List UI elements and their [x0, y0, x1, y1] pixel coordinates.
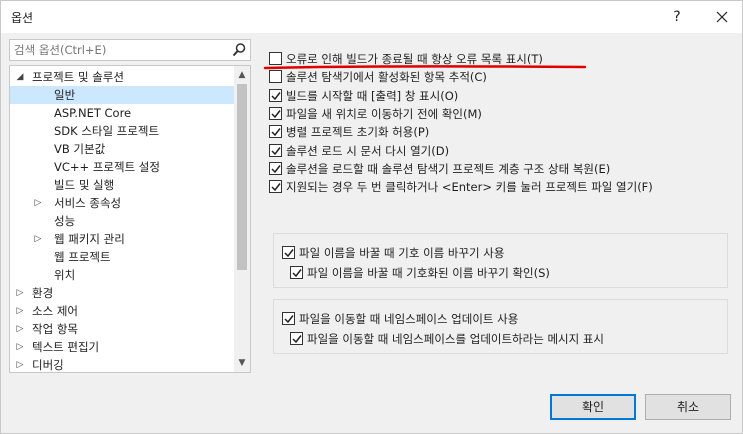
checkbox[interactable]: [269, 125, 282, 139]
option-label: 빌드를 시작할 때 [출력] 창 표시(O): [286, 88, 459, 103]
checkbox[interactable]: [282, 246, 295, 259]
tree-item-label: 소스 제어: [32, 304, 78, 318]
checkbox[interactable]: [290, 332, 303, 345]
checkbox[interactable]: [269, 161, 282, 175]
tree-item[interactable]: VB 기본값: [10, 140, 235, 158]
tree-item-label: 웹 프로젝트: [54, 250, 111, 264]
checkbox[interactable]: [290, 266, 303, 279]
scroll-up-icon[interactable]: ▲: [234, 67, 250, 83]
tree-item[interactable]: ▷ 작업 항목: [10, 320, 235, 338]
tree-item[interactable]: 성능: [10, 212, 235, 230]
tree-item-label: 서비스 종속성: [54, 196, 122, 210]
tree-item-label: 작업 항목: [32, 322, 78, 336]
search-input[interactable]: [10, 40, 228, 60]
check-icon: [271, 91, 281, 100]
help-button[interactable]: ?: [662, 1, 692, 33]
red-underline-annotation: [263, 65, 587, 70]
check-icon: [271, 183, 281, 192]
tree-item[interactable]: 일반: [10, 86, 235, 104]
ok-button[interactable]: 확인: [550, 394, 636, 420]
expanded-arrow-icon[interactable]: ◢: [14, 68, 26, 86]
tree-item[interactable]: ▷ 텍스트 편집기: [10, 338, 235, 356]
options-tree: ◢ 프로젝트 및 솔루션일반 ASP.NET Core SDK 스타일 프로젝트 VB …: [9, 65, 251, 373]
tree-item-label: SDK 스타일 프로젝트: [54, 124, 160, 138]
collapsed-arrow-icon[interactable]: ▷: [14, 320, 26, 338]
collapsed-arrow-icon[interactable]: ▷: [32, 194, 44, 212]
check-icon: [284, 315, 294, 324]
checkbox[interactable]: [282, 312, 295, 325]
option-label: 병렬 프로젝트 초기화 허용(P): [286, 125, 430, 140]
rename-symbol-group: 파일 이름을 바꿀 때 기호 이름 바꾸기 사용 파일 이름을 바꿀 때 기호화…: [273, 233, 728, 288]
check-icon: [284, 249, 294, 258]
check-icon: [271, 164, 281, 173]
cancel-button[interactable]: 취소: [645, 394, 731, 420]
collapsed-arrow-icon[interactable]: ▷: [14, 302, 26, 320]
tree-item-label: 위치: [54, 268, 76, 282]
search-box: [9, 39, 251, 61]
check-icon: [271, 146, 281, 155]
tree-item-label: 디버깅: [32, 358, 64, 372]
tree-item[interactable]: 위치: [10, 266, 235, 284]
tree-item-label: 빌드 및 실행: [54, 178, 115, 192]
check-icon: [271, 128, 281, 137]
tree-item-label: 일반: [54, 88, 76, 102]
check-icon: [292, 335, 302, 344]
check-icon: [292, 269, 302, 278]
tree-item[interactable]: ▷ 디버깅: [10, 356, 235, 372]
tree-item[interactable]: VC++ 프로젝트 설정: [10, 158, 235, 176]
close-icon: [716, 11, 728, 23]
tree-item-label: 프로젝트 및 솔루션: [32, 70, 124, 84]
tree-item-label: 웹 패키지 관리: [54, 232, 125, 246]
option-label: 파일 이름을 바꿀 때 기호화된 이름 바꾸기 확인(S): [307, 266, 550, 280]
checkbox[interactable]: [269, 180, 282, 194]
option-label: 솔루션을 로드할 때 솔루션 탐색기 프로젝트 계층 구조 상태 복원(E): [286, 161, 611, 176]
checkbox[interactable]: [269, 88, 282, 102]
scroll-down-icon[interactable]: ▼: [234, 355, 250, 371]
option-label: 파일 이름을 바꿀 때 기호 이름 바꾸기 사용: [299, 246, 505, 260]
check-icon: [271, 109, 281, 119]
window-title: 옵션: [11, 11, 34, 25]
search-icon[interactable]: [231, 42, 247, 58]
tree-item-label: VB 기본값: [54, 142, 106, 156]
tree-item[interactable]: SDK 스타일 프로젝트: [10, 122, 235, 140]
tree-scrollbar[interactable]: ▲ ▼: [234, 66, 250, 372]
tree-item[interactable]: 빌드 및 실행: [10, 176, 235, 194]
tree-item-label: 환경: [32, 286, 54, 300]
namespace-update-group: 파일을 이동할 때 네임스페이스 업데이트 사용 파일을 이동할 때 네임스페이…: [273, 299, 728, 354]
collapsed-arrow-icon[interactable]: ▷: [14, 356, 26, 372]
collapsed-arrow-icon[interactable]: ▷: [32, 230, 44, 248]
tree-item[interactable]: ASP.NET Core: [10, 104, 235, 122]
close-button[interactable]: [706, 1, 738, 33]
tree-item-label: ASP.NET Core: [54, 106, 132, 120]
tree-item[interactable]: 웹 프로젝트: [10, 248, 235, 266]
option-label: 파일을 이동할 때 네임스페이스 업데이트 사용: [299, 312, 519, 326]
option-label: 지원되는 경우 두 번 클릭하거나 <Enter> 키를 눌러 프로젝트 파일 …: [286, 180, 653, 195]
tree-item-label: 텍스트 편집기: [32, 340, 100, 354]
checkbox[interactable]: [269, 106, 282, 120]
tree-item[interactable]: ▷ 웹 패키지 관리: [10, 230, 235, 248]
options-dialog: 옵션 ? ◢ 프로젝트 및 솔루션일반 ASP.NET Core SDK 스타일 프로…: [0, 0, 743, 434]
tree-item[interactable]: ◢ 프로젝트 및 솔루션: [10, 68, 235, 86]
tree-item[interactable]: ▷ 소스 제어: [10, 302, 235, 320]
tree-item-label: 성능: [54, 214, 76, 228]
option-label: 솔루션 로드 시 문서 다시 열기(D): [286, 143, 450, 158]
option-label: 파일을 이동할 때 네임스페이스를 업데이트하라는 메시지 표시: [307, 332, 605, 346]
collapsed-arrow-icon[interactable]: ▷: [14, 338, 26, 356]
tree-item[interactable]: ▷ 서비스 종속성: [10, 194, 235, 212]
scroll-thumb[interactable]: [237, 84, 247, 270]
title-bar: 옵션 ?: [1, 1, 742, 33]
checkbox[interactable]: [269, 143, 282, 157]
tree-item-label: VC++ 프로젝트 설정: [54, 160, 160, 174]
collapsed-arrow-icon[interactable]: ▷: [14, 284, 26, 302]
tree-item[interactable]: ▷ 환경: [10, 284, 235, 302]
option-label: 파일을 새 위치로 이동하기 전에 확인(M): [286, 106, 482, 121]
